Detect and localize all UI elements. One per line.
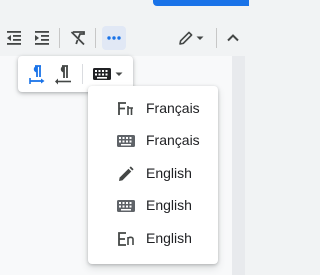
input-tools-keyboard-icon bbox=[93, 68, 111, 80]
document-page-edge bbox=[232, 56, 245, 275]
share-button-edge[interactable] bbox=[153, 0, 249, 6]
more-options-icon bbox=[107, 36, 121, 40]
ltr-text-button[interactable] bbox=[25, 62, 49, 86]
transliteration-icon bbox=[116, 99, 136, 119]
toolbar-divider bbox=[216, 28, 217, 48]
input-tools-button[interactable] bbox=[88, 62, 128, 86]
chevron-down-icon bbox=[196, 36, 204, 40]
rtl-text-button[interactable] bbox=[52, 62, 76, 86]
menu-item-label: English bbox=[146, 230, 192, 246]
menu-item-francais-keyboard[interactable]: Français bbox=[88, 125, 218, 157]
increase-indent-button[interactable] bbox=[30, 26, 54, 50]
menu-item-english-keyboard[interactable]: English bbox=[88, 190, 218, 222]
menu-item-francais-transliteration[interactable]: Français bbox=[88, 93, 218, 125]
menu-item-english-transliteration[interactable]: English bbox=[88, 223, 218, 255]
editing-mode-button[interactable] bbox=[172, 26, 210, 50]
keyboard-icon bbox=[116, 196, 136, 216]
decrease-indent-button[interactable] bbox=[2, 26, 26, 50]
dropdown-arrow-icon bbox=[115, 72, 123, 76]
toolbar-divider bbox=[95, 28, 96, 48]
transliteration-icon bbox=[116, 229, 136, 249]
toolbar bbox=[0, 20, 245, 56]
collapse-toolbar-button[interactable] bbox=[221, 26, 245, 50]
rtl-paragraph-icon bbox=[55, 65, 71, 85]
toolbar-divider bbox=[59, 28, 60, 48]
subbar-divider bbox=[82, 64, 83, 84]
menu-item-english-handwriting[interactable]: English bbox=[88, 158, 218, 190]
keyboard-icon bbox=[116, 131, 136, 151]
menu-item-label: English bbox=[146, 165, 192, 181]
menu-item-label: Français bbox=[146, 132, 200, 148]
clear-formatting-button[interactable] bbox=[66, 26, 90, 50]
menu-item-label: English bbox=[146, 197, 192, 213]
ltr-paragraph-icon bbox=[29, 65, 45, 84]
decrease-indent-icon bbox=[7, 31, 21, 45]
editing-mode-pencil-icon bbox=[179, 31, 193, 45]
clear-formatting-icon bbox=[70, 31, 85, 46]
more-options-button[interactable] bbox=[102, 26, 126, 50]
input-tools-menu: Français Français English English Englis… bbox=[88, 86, 218, 264]
increase-indent-icon bbox=[35, 31, 49, 45]
collapse-chevron-up-icon bbox=[227, 34, 239, 42]
handwriting-pencil-icon bbox=[116, 164, 136, 184]
menu-item-label: Français bbox=[146, 100, 200, 116]
